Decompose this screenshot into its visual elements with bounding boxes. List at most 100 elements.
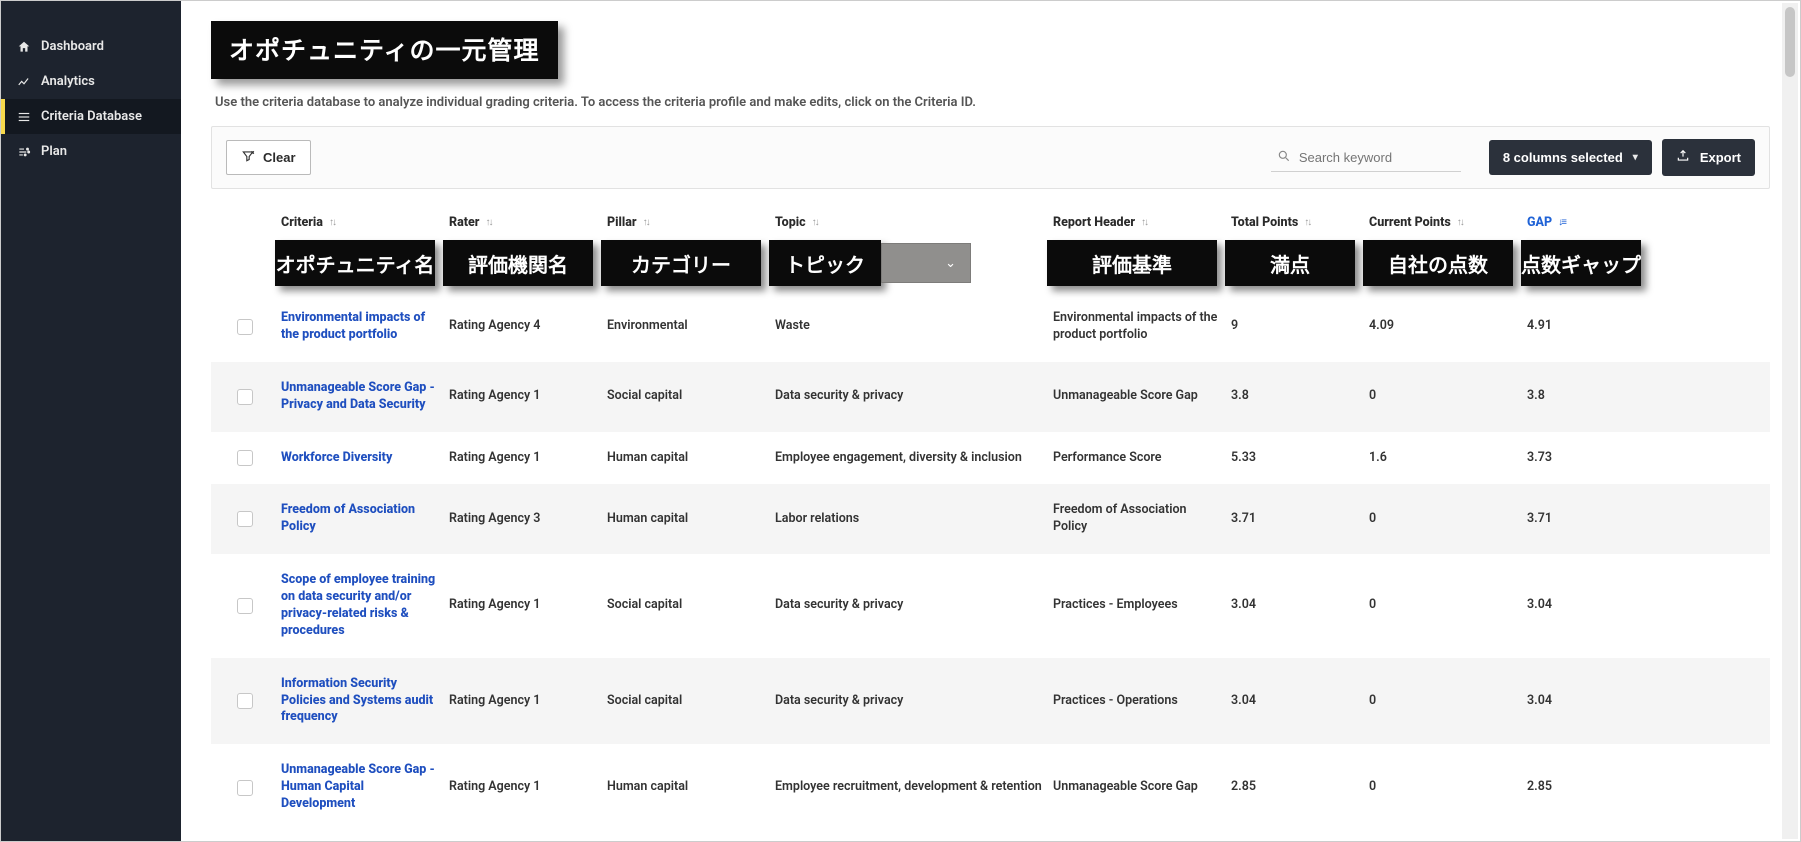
table-row: Freedom of Association Policy Rating Age… <box>211 484 1770 554</box>
row-checkbox[interactable] <box>237 598 253 614</box>
overlay-topic: トピック <box>769 240 881 286</box>
cell-report-header: Unmanageable Score Gap <box>1053 779 1223 796</box>
cell-pillar: Human capital <box>607 450 767 467</box>
columns-select-button[interactable]: 8 columns selected ▾ <box>1489 140 1652 175</box>
criteria-link[interactable]: Information Security Policies and System… <box>281 676 441 727</box>
sort-icon: ↑↓ <box>485 217 491 228</box>
row-checkbox[interactable] <box>237 511 253 527</box>
annotation-overlay-row: オポチュニティ名 評価機関名 カテゴリー トピック ⌄ 評価基準 満点 自社の点… <box>211 240 1770 286</box>
export-icon <box>1676 149 1690 166</box>
row-checkbox[interactable] <box>237 319 253 335</box>
table-header-row: Criteria↑↓ Rater↑↓ Pillar↑↓ Topic↑↓ Repo… <box>211 199 1770 244</box>
criteria-link[interactable]: Scope of employee training on data secur… <box>281 572 441 640</box>
sort-desc-icon: ↓≡ <box>1558 217 1565 228</box>
cell-total-points: 2.85 <box>1231 779 1361 796</box>
criteria-link[interactable]: Environmental impacts of the product por… <box>281 310 441 344</box>
criteria-link[interactable]: Unmanageable Score Gap - Privacy and Dat… <box>281 380 441 414</box>
cell-pillar: Social capital <box>607 597 767 614</box>
filter-clear-icon <box>241 149 255 166</box>
sort-icon: ↑↓ <box>812 217 818 228</box>
sort-icon: ↑↓ <box>1304 217 1310 228</box>
criteria-link[interactable]: Workforce Diversity <box>281 450 441 467</box>
scrollbar-thumb[interactable] <box>1785 7 1795 77</box>
cell-topic: Employee engagement, diversity & inclusi… <box>775 450 1045 467</box>
clear-button[interactable]: Clear <box>226 140 311 175</box>
cell-rater: Rating Agency 1 <box>449 388 599 405</box>
cell-topic: Data security & privacy <box>775 597 1045 614</box>
sidebar-item-plan[interactable]: Plan <box>1 134 181 169</box>
th-rater[interactable]: Rater↑↓ <box>449 215 599 230</box>
cell-gap: 2.85 <box>1527 779 1647 796</box>
criteria-link[interactable]: Unmanageable Score Gap - Human Capital D… <box>281 762 441 813</box>
cell-gap: 3.8 <box>1527 388 1647 405</box>
cell-report-header: Unmanageable Score Gap <box>1053 388 1223 405</box>
overlay-topic-dropdown[interactable]: ⌄ <box>881 243 971 283</box>
cell-gap: 3.71 <box>1527 511 1647 528</box>
database-icon <box>17 110 31 124</box>
sidebar: Dashboard Analytics Criteria Database Pl… <box>1 1 181 841</box>
th-pillar[interactable]: Pillar↑↓ <box>607 215 767 230</box>
cell-pillar: Human capital <box>607 511 767 528</box>
search-input-wrap[interactable] <box>1271 144 1461 172</box>
criteria-link[interactable]: Freedom of Association Policy <box>281 502 441 536</box>
home-icon <box>17 40 31 54</box>
row-checkbox[interactable] <box>237 389 253 405</box>
cell-pillar: Human capital <box>607 779 767 796</box>
export-label: Export <box>1700 150 1741 165</box>
th-report-header[interactable]: Report Header↑↓ <box>1053 215 1223 230</box>
analytics-icon <box>17 75 31 89</box>
cell-total-points: 3.04 <box>1231 693 1361 710</box>
cell-current-points: 0 <box>1369 388 1519 405</box>
overlay-criteria: オポチュニティ名 <box>275 240 435 286</box>
scrollbar-track[interactable] <box>1782 3 1798 839</box>
table-body: Environmental impacts of the product por… <box>211 292 1770 831</box>
cell-report-header: Practices - Operations <box>1053 693 1223 710</box>
sidebar-item-label: Dashboard <box>41 39 104 54</box>
sidebar-item-label: Criteria Database <box>41 109 142 124</box>
export-button[interactable]: Export <box>1662 139 1755 176</box>
sidebar-item-criteria-database[interactable]: Criteria Database <box>1 99 181 134</box>
sidebar-item-dashboard[interactable]: Dashboard <box>1 29 181 64</box>
table-row: Information Security Policies and System… <box>211 658 1770 745</box>
cell-rater: Rating Agency 1 <box>449 779 599 796</box>
cell-gap: 3.04 <box>1527 693 1647 710</box>
cell-topic: Employee recruitment, development & rete… <box>775 779 1045 796</box>
cell-topic: Data security & privacy <box>775 388 1045 405</box>
cell-rater: Rating Agency 4 <box>449 318 599 335</box>
row-checkbox[interactable] <box>237 693 253 709</box>
toolbar: Clear 8 columns selected ▾ Export <box>211 126 1770 189</box>
table-row: Unmanageable Score Gap - Human Capital D… <box>211 744 1770 831</box>
th-current-points[interactable]: Current Points↑↓ <box>1369 215 1519 230</box>
table-row: Workforce Diversity Rating Agency 1 Huma… <box>211 432 1770 485</box>
cell-report-header: Performance Score <box>1053 450 1223 467</box>
cell-rater: Rating Agency 1 <box>449 693 599 710</box>
cell-rater: Rating Agency 3 <box>449 511 599 528</box>
cell-gap: 4.91 <box>1527 318 1647 335</box>
cell-total-points: 3.04 <box>1231 597 1361 614</box>
row-checkbox[interactable] <box>237 780 253 796</box>
th-total-points[interactable]: Total Points↑↓ <box>1231 215 1361 230</box>
chevron-down-icon: ▾ <box>1633 152 1638 163</box>
cell-pillar: Social capital <box>607 388 767 405</box>
overlay-current-points: 自社の点数 <box>1363 240 1513 286</box>
row-checkbox[interactable] <box>237 450 253 466</box>
table-row: Unmanageable Score Gap - Privacy and Dat… <box>211 362 1770 432</box>
sort-icon: ↑↓ <box>1457 217 1463 228</box>
overlay-rater: 評価機関名 <box>443 240 593 286</box>
cell-topic: Waste <box>775 318 1045 335</box>
overlay-pillar: カテゴリー <box>601 240 761 286</box>
th-gap[interactable]: GAP↓≡ <box>1527 215 1647 230</box>
cell-total-points: 3.8 <box>1231 388 1361 405</box>
th-topic[interactable]: Topic↑↓ <box>775 215 1045 230</box>
sort-icon: ↑↓ <box>643 217 649 228</box>
overlay-total-points: 満点 <box>1225 240 1355 286</box>
th-criteria[interactable]: Criteria↑↓ <box>281 215 441 230</box>
cell-current-points: 0 <box>1369 511 1519 528</box>
plan-icon <box>17 145 31 159</box>
page-title: オポチュニティの一元管理 <box>211 21 558 79</box>
cell-gap: 3.04 <box>1527 597 1647 614</box>
columns-select-label: 8 columns selected <box>1503 150 1623 165</box>
table-row: Scope of employee training on data secur… <box>211 554 1770 658</box>
search-input[interactable] <box>1299 150 1455 165</box>
sidebar-item-analytics[interactable]: Analytics <box>1 64 181 99</box>
